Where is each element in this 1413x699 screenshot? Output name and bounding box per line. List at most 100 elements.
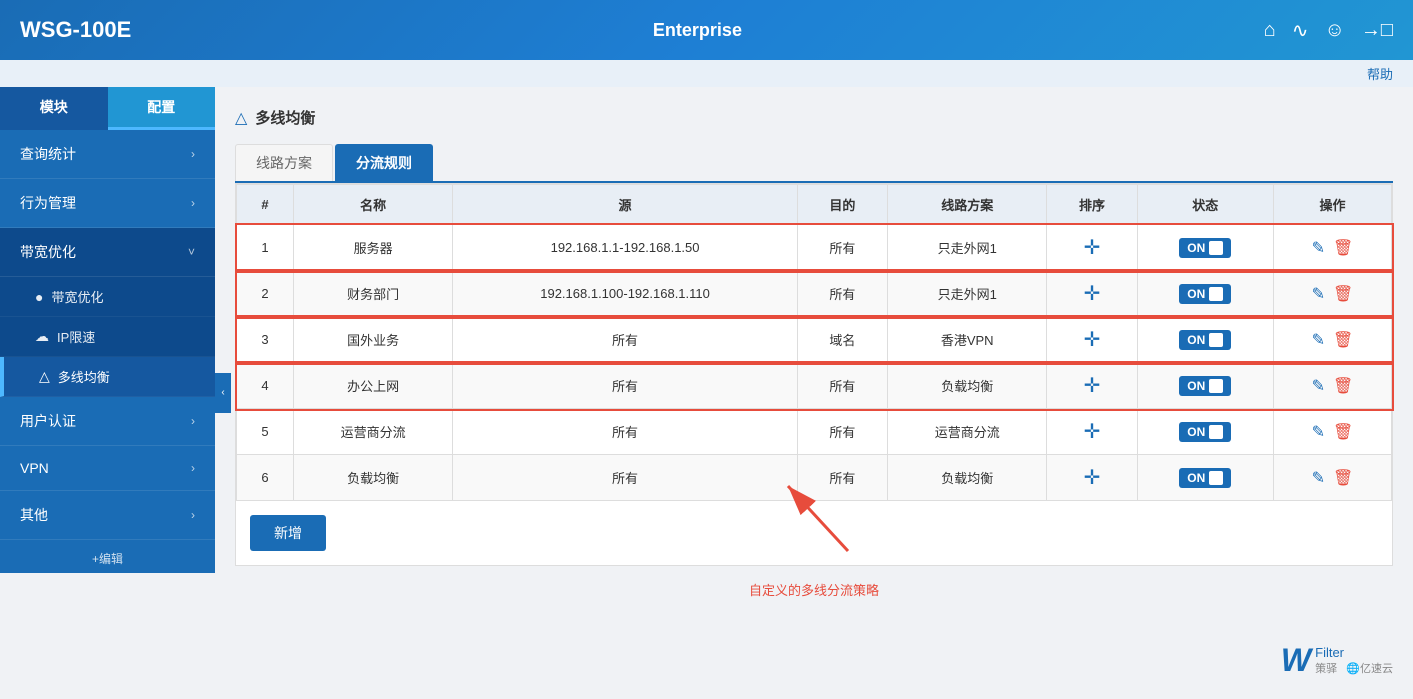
cell-status[interactable]: ON <box>1137 225 1273 271</box>
sidebar-item-other[interactable]: 其他 › <box>0 491 215 540</box>
tab-config[interactable]: 配置 <box>108 87 216 130</box>
wifi-icon[interactable]: ∿ <box>1292 18 1309 43</box>
edition-label: Enterprise <box>653 20 742 41</box>
status-toggle[interactable]: ON <box>1179 238 1231 258</box>
tab-route-plan[interactable]: 线路方案 <box>235 144 333 181</box>
sidebar-sub-bandwidth: ● 带宽优化 ☁ IP限速 △ 多线均衡 <box>0 277 215 397</box>
sidebar-sub-item-bandwidth-opt[interactable]: ● 带宽优化 <box>0 277 215 317</box>
move-icon[interactable]: ✛ <box>1084 467 1101 489</box>
header-icons: ⌂ ∿ ☺ →□ <box>1264 18 1393 43</box>
status-toggle[interactable]: ON <box>1179 422 1231 442</box>
arrow-icon: › <box>191 196 195 210</box>
delete-icon[interactable]: 🗑 <box>1333 330 1353 350</box>
toggle-knob <box>1209 241 1223 255</box>
edit-icon[interactable]: ✎ <box>1312 238 1325 258</box>
help-link[interactable]: 帮助 <box>1367 67 1393 82</box>
cell-id: 1 <box>237 225 294 271</box>
app-title: WSG-100E <box>20 17 131 43</box>
cell-sort[interactable]: ✛ <box>1047 225 1137 271</box>
cell-name: 负载均衡 <box>294 455 453 501</box>
cell-status[interactable]: ON <box>1137 455 1273 501</box>
cell-sort[interactable]: ✛ <box>1047 363 1137 409</box>
col-header-name: 名称 <box>294 185 453 225</box>
edit-icon[interactable]: ✎ <box>1312 468 1325 488</box>
page-title-icon: △ <box>235 108 247 128</box>
edit-icon[interactable]: ✎ <box>1312 422 1325 442</box>
col-header-source: 源 <box>453 185 797 225</box>
sidebar-item-label: 查询统计 <box>20 144 76 164</box>
cell-status[interactable]: ON <box>1137 363 1273 409</box>
delete-icon[interactable]: 🗑 <box>1333 284 1353 304</box>
arrow-icon: › <box>191 147 195 161</box>
help-bar: 帮助 <box>0 60 1413 87</box>
cell-sort[interactable]: ✛ <box>1047 317 1137 363</box>
sidebar-item-vpn[interactable]: VPN › <box>0 446 215 491</box>
cell-actions: ✎ 🗑 <box>1273 317 1391 363</box>
brand-text: Filter策驿 🌐亿速云 <box>1315 645 1393 676</box>
delete-icon[interactable]: 🗑 <box>1333 376 1353 396</box>
cell-source: 所有 <box>453 363 797 409</box>
edit-button[interactable]: +编辑 <box>0 544 215 573</box>
toggle-knob <box>1209 379 1223 393</box>
triangle-icon: △ <box>39 368 50 385</box>
sidebar-item-label: 行为管理 <box>20 193 76 213</box>
cell-source: 所有 <box>453 409 797 455</box>
cell-sort[interactable]: ✛ <box>1047 409 1137 455</box>
sub-item-label: 带宽优化 <box>51 287 103 306</box>
tab-module[interactable]: 模块 <box>0 87 108 130</box>
user-icon[interactable]: ☺ <box>1324 19 1344 42</box>
action-icons: ✎ 🗑 <box>1286 422 1379 442</box>
page-title: 多线均衡 <box>255 107 315 128</box>
action-icons: ✎ 🗑 <box>1286 284 1379 304</box>
cell-actions: ✎ 🗑 <box>1273 363 1391 409</box>
rules-table: # 名称 源 目的 线路方案 排序 状态 操作 1服务器192.168.1.1-… <box>236 184 1392 501</box>
cloud-icon: ☁ <box>35 328 49 345</box>
sidebar-item-label: VPN <box>20 460 49 476</box>
status-toggle[interactable]: ON <box>1179 468 1231 488</box>
sidebar-sub-item-multiline[interactable]: △ 多线均衡 <box>0 357 215 397</box>
cell-id: 5 <box>237 409 294 455</box>
home-icon[interactable]: ⌂ <box>1264 19 1276 42</box>
edit-icon[interactable]: ✎ <box>1312 330 1325 350</box>
move-icon[interactable]: ✛ <box>1084 375 1101 397</box>
cell-source: 192.168.1.100-192.168.1.110 <box>453 271 797 317</box>
status-toggle[interactable]: ON <box>1179 284 1231 304</box>
move-icon[interactable]: ✛ <box>1084 421 1101 443</box>
cell-status[interactable]: ON <box>1137 317 1273 363</box>
sidebar-collapse-button[interactable]: ‹ <box>215 373 231 413</box>
col-header-action: 操作 <box>1273 185 1391 225</box>
delete-icon[interactable]: 🗑 <box>1333 422 1353 442</box>
cell-name: 服务器 <box>294 225 453 271</box>
sidebar-item-user-auth[interactable]: 用户认证 › <box>0 397 215 446</box>
action-icons: ✎ 🗑 <box>1286 238 1379 258</box>
status-toggle[interactable]: ON <box>1179 330 1231 350</box>
cell-dest: 域名 <box>797 317 887 363</box>
action-icons: ✎ 🗑 <box>1286 468 1379 488</box>
delete-icon[interactable]: 🗑 <box>1333 468 1353 488</box>
main-layout: 模块 配置 查询统计 › 行为管理 › 带宽优化 ˅ ● 带宽优化 <box>0 87 1413 698</box>
cell-status[interactable]: ON <box>1137 409 1273 455</box>
cell-sort[interactable]: ✛ <box>1047 271 1137 317</box>
status-toggle[interactable]: ON <box>1179 376 1231 396</box>
sidebar-sub-item-ip-limit[interactable]: ☁ IP限速 <box>0 317 215 357</box>
sidebar-item-query-stats[interactable]: 查询统计 › <box>0 130 215 179</box>
action-icons: ✎ 🗑 <box>1286 376 1379 396</box>
col-header-order: 排序 <box>1047 185 1137 225</box>
sub-item-label: IP限速 <box>57 327 95 346</box>
delete-icon[interactable]: 🗑 <box>1333 238 1353 258</box>
table-row: 5运营商分流所有所有运营商分流✛ ON ✎ 🗑 <box>237 409 1392 455</box>
move-icon[interactable]: ✛ <box>1084 329 1101 351</box>
edit-icon[interactable]: ✎ <box>1312 284 1325 304</box>
tab-traffic-rules[interactable]: 分流规则 <box>335 144 433 181</box>
cell-sort[interactable]: ✛ <box>1047 455 1137 501</box>
move-icon[interactable]: ✛ <box>1084 237 1101 259</box>
cell-actions: ✎ 🗑 <box>1273 271 1391 317</box>
logout-icon[interactable]: →□ <box>1361 19 1393 42</box>
sidebar-item-behavior[interactable]: 行为管理 › <box>0 179 215 228</box>
sidebar-item-bandwidth[interactable]: 带宽优化 ˅ <box>0 228 215 277</box>
add-rule-button[interactable]: 新增 <box>250 515 326 551</box>
edit-icon[interactable]: ✎ <box>1312 376 1325 396</box>
annotation-text: 自定义的多线分流策略 <box>749 580 879 599</box>
move-icon[interactable]: ✛ <box>1084 283 1101 305</box>
cell-status[interactable]: ON <box>1137 271 1273 317</box>
